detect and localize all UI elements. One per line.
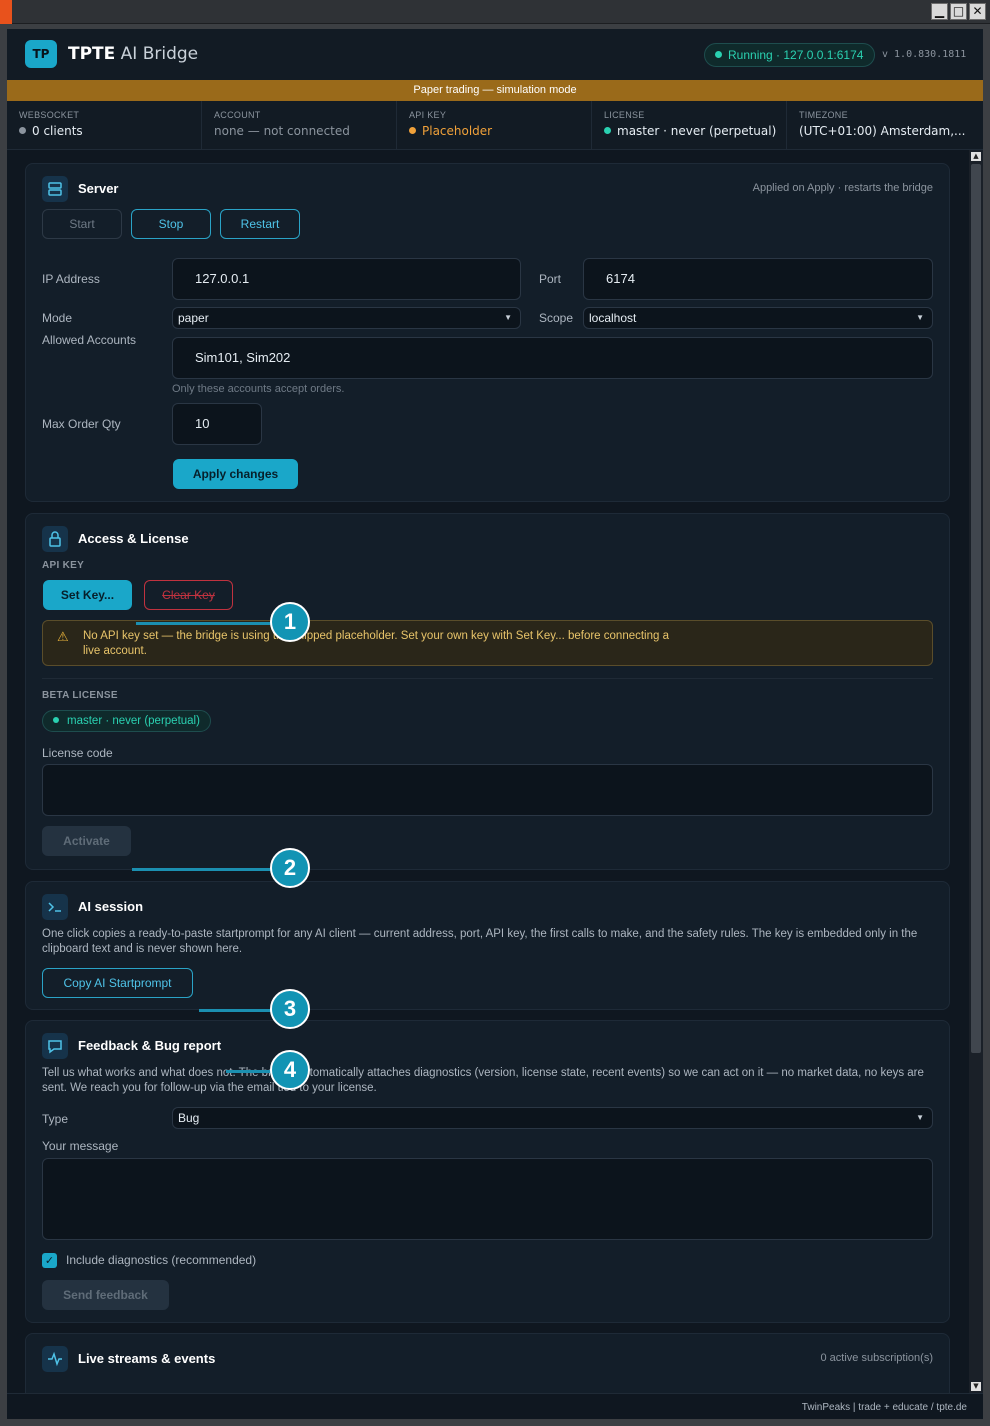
callout-badge-4: 4 <box>270 1050 310 1090</box>
port-input[interactable]: 6174 <box>583 258 933 300</box>
callout-line-4 <box>226 1070 274 1073</box>
license-dot-icon <box>53 717 59 723</box>
your-message-label: Your message <box>42 1139 119 1153</box>
server-note: Applied on Apply · restarts the bridge <box>752 182 933 194</box>
status-license: LICENSE master · never (perpetual) <box>592 101 787 149</box>
activity-pulse-icon <box>42 1346 68 1372</box>
warning-icon: ⚠ <box>57 630 69 645</box>
section-divider <box>42 678 933 679</box>
running-dot-icon <box>715 51 722 58</box>
callout-badge-1: 1 <box>270 602 310 642</box>
include-diagnostics-checkbox[interactable]: ✓ <box>42 1253 57 1268</box>
server-icon <box>42 176 68 202</box>
server-card: Server Applied on Apply · restarts the b… <box>25 163 950 502</box>
settings-scroll-area[interactable]: Server Applied on Apply · restarts the b… <box>7 150 969 1393</box>
license-code-label: License code <box>42 746 113 760</box>
copy-ai-startprompt-button[interactable]: Copy AI Startprompt <box>42 968 193 998</box>
feedback-card: Feedback & Bug report Tell us what works… <box>25 1020 950 1323</box>
feedback-message-input[interactable] <box>42 1158 933 1240</box>
callout-badge-2: 2 <box>270 848 310 888</box>
ai-session-card: AI session One click copies a ready-to-p… <box>25 881 950 1010</box>
clear-key-button[interactable]: Clear Key <box>144 580 233 610</box>
chevron-down-icon: ▼ <box>916 1113 924 1122</box>
callout-line-2 <box>132 868 274 871</box>
include-diagnostics-label: Include diagnostics (recommended) <box>66 1253 257 1267</box>
scroll-down-arrow-icon[interactable]: ▼ <box>971 1382 981 1391</box>
feedback-title: Feedback & Bug report <box>78 1038 222 1053</box>
scroll-up-arrow-icon[interactable]: ▲ <box>971 152 981 161</box>
status-bar: WEBSOCKET 0 clients ACCOUNT none — not c… <box>7 101 983 150</box>
websocket-dot-icon <box>19 127 26 134</box>
scope-label: Scope <box>539 311 574 325</box>
access-license-card: Access & License API KEY Set Key... Clea… <box>25 513 950 870</box>
chevron-down-icon: ▼ <box>916 313 924 322</box>
feedback-type-label: Type <box>42 1112 69 1126</box>
lock-icon <box>42 526 68 552</box>
server-title: Server <box>78 181 119 196</box>
allowed-accounts-input[interactable]: Sim101, Sim202 <box>172 337 933 379</box>
live-streams-card: Live streams & events 0 active subscript… <box>25 1333 950 1393</box>
running-status-badge: Running · 127.0.0.1:6174 <box>704 43 876 67</box>
status-api-key: API KEY Placeholder <box>397 101 592 149</box>
scrollbar-thumb[interactable] <box>971 164 981 1053</box>
activate-button[interactable]: Activate <box>42 826 131 856</box>
ai-session-title: AI session <box>78 899 144 914</box>
footer-text: TwinPeaks | trade + educate / tpte.de <box>801 1402 967 1413</box>
apply-changes-button[interactable]: Apply changes <box>173 459 298 489</box>
app-title: TPTE AI Bridge <box>68 44 199 64</box>
license-code-input[interactable] <box>42 764 933 816</box>
callout-line-3 <box>199 1009 274 1012</box>
chat-bubble-icon <box>42 1033 68 1059</box>
allowed-accounts-label: Allowed Accounts <box>42 333 137 347</box>
callout-badge-3: 3 <box>270 989 310 1029</box>
window-titlebar: ▁ □ ✕ <box>0 0 990 24</box>
active-subscriptions-count: 0 active subscription(s) <box>820 1352 934 1364</box>
feedback-description: Tell us what works and what does not. Th… <box>42 1067 924 1094</box>
port-label: Port <box>539 272 562 286</box>
minimize-button[interactable]: ▁ <box>931 3 948 20</box>
status-timezone: TIMEZONE (UTC+01:00) Amsterdam,... <box>799 110 966 138</box>
mode-select[interactable]: paper ▼ <box>172 307 521 329</box>
maximize-button[interactable]: □ <box>950 3 967 20</box>
status-account: ACCOUNT none — not connected <box>202 101 397 149</box>
live-streams-title: Live streams & events <box>78 1351 216 1366</box>
ip-address-input[interactable]: 127.0.0.1 <box>172 258 521 300</box>
status-websocket: WEBSOCKET 0 clients <box>7 101 202 149</box>
send-feedback-button[interactable]: Send feedback <box>42 1280 169 1310</box>
restart-button[interactable]: Restart <box>220 209 300 239</box>
app-logo: TP <box>25 40 57 68</box>
ip-address-label: IP Address <box>42 272 100 286</box>
max-order-qty-input[interactable]: 10 <box>172 403 262 445</box>
feedback-type-select[interactable]: Bug ▼ <box>172 1107 933 1129</box>
beta-license-heading: BETA LICENSE <box>42 690 118 701</box>
paper-trading-banner: Paper trading — simulation mode <box>7 80 983 101</box>
app-footer: TwinPeaks | trade + educate / tpte.de <box>7 1393 983 1419</box>
callout-line-1 <box>136 622 274 625</box>
version-label: v 1.0.830.1811 <box>882 49 967 60</box>
terminal-icon <box>42 894 68 920</box>
chevron-down-icon: ▼ <box>504 313 512 322</box>
ai-session-description: One click copies a ready-to-paste startp… <box>42 928 918 955</box>
allowed-accounts-hint: Only these accounts accept orders. <box>172 383 345 395</box>
mode-label: Mode <box>42 311 73 325</box>
api-key-heading: API KEY <box>42 560 85 571</box>
app-window: TP TPTE AI Bridge Running · 127.0.0.1:61… <box>7 29 983 1419</box>
scope-select[interactable]: localhost ▼ <box>583 307 933 329</box>
set-key-button[interactable]: Set Key... <box>43 580 132 610</box>
window-accent <box>0 0 12 24</box>
license-dot-icon <box>604 127 611 134</box>
start-button[interactable]: Start <box>42 209 122 239</box>
api-key-dot-icon <box>409 127 416 134</box>
close-button[interactable]: ✕ <box>969 3 986 20</box>
max-order-qty-label: Max Order Qty <box>42 417 121 431</box>
app-header: TP TPTE AI Bridge Running · 127.0.0.1:61… <box>7 29 983 80</box>
license-status-badge: master · never (perpetual) <box>42 710 211 732</box>
access-license-title: Access & License <box>78 531 189 546</box>
vertical-scrollbar[interactable]: ▲ ▼ <box>969 150 983 1393</box>
api-key-warning: ⚠ No API key set — the bridge is using t… <box>42 620 933 666</box>
stop-button[interactable]: Stop <box>131 209 211 239</box>
